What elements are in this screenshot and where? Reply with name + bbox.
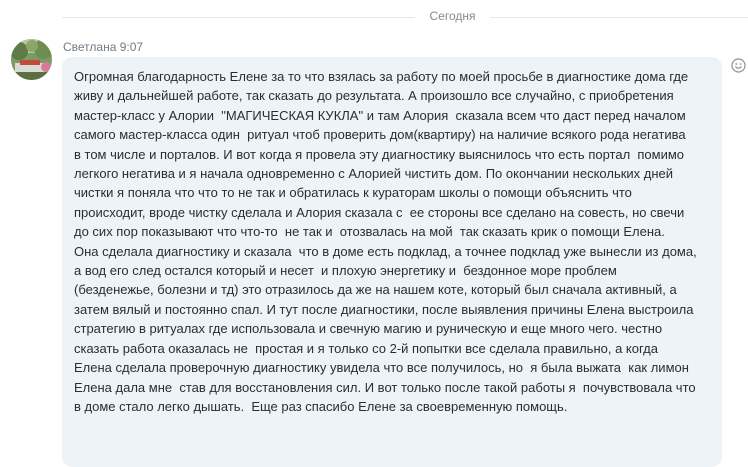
divider-line-left [62, 17, 415, 18]
message-bubble: Огромная благодарность Елене за то что в… [62, 57, 722, 467]
smile-icon[interactable] [731, 58, 746, 73]
divider-line-right [490, 17, 748, 18]
message-header: Светлана 9:07 [63, 40, 144, 54]
date-divider: Сегодня [62, 8, 748, 28]
date-label: Сегодня [429, 9, 476, 23]
avatar-image [11, 39, 52, 80]
avatar[interactable] [11, 39, 52, 80]
message-text: Огромная благодарность Елене за то что в… [74, 69, 697, 414]
